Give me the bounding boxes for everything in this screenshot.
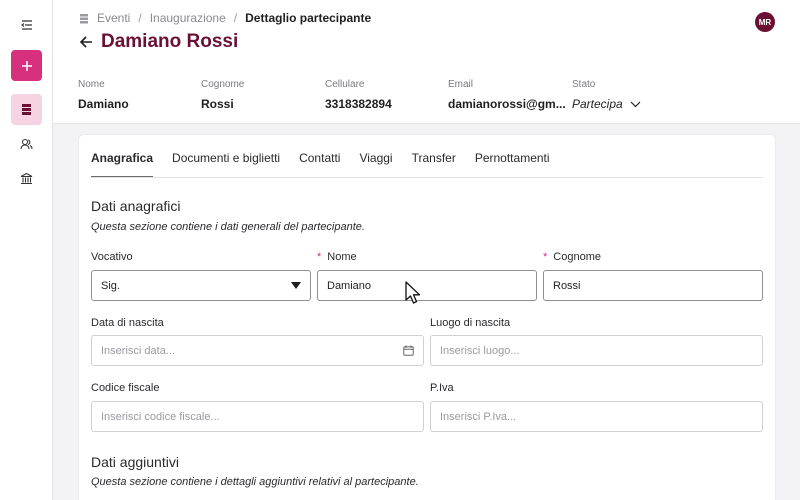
list-icon [22, 104, 31, 115]
info-email: Email damianorossi@gm... [448, 79, 566, 111]
data-nascita-placeholder: Inserisci data... [101, 344, 175, 357]
breadcrumb-current: Dettaglio partecipante [245, 11, 372, 25]
breadcrumb-inaugurazione[interactable]: Inaugurazione [150, 11, 226, 25]
menu-icon[interactable] [0, 16, 53, 34]
tab-viaggi[interactable]: Viaggi [359, 151, 392, 178]
tab-divider [91, 177, 763, 178]
data-nascita-label: Data di nascita [91, 317, 164, 329]
info-value: Rossi [201, 97, 234, 111]
info-label: Email [448, 79, 474, 90]
avatar[interactable]: MR [755, 12, 775, 32]
page-title: Damiano Rossi [101, 31, 239, 52]
chevron-down-icon [630, 101, 641, 107]
tab-contatti[interactable]: Contatti [299, 151, 340, 178]
tab-pernottamenti[interactable]: Pernottamenti [475, 151, 550, 178]
nome-label: * Nome [317, 251, 357, 263]
luogo-nascita-field[interactable]: Inserisci luogo... [430, 335, 763, 366]
piva-field[interactable]: Inserisci P.Iva... [430, 401, 763, 432]
vocativo-select[interactable]: Sig. [91, 270, 311, 301]
stato-dropdown[interactable]: Partecipa [572, 97, 641, 111]
info-stato: Stato Partecipa [572, 79, 641, 111]
codice-fiscale-placeholder: Inserisci codice fiscale... [101, 410, 220, 423]
breadcrumb: Eventi / Inaugurazione / Dettaglio parte… [79, 11, 371, 25]
add-button[interactable] [11, 50, 42, 81]
users-icon[interactable] [0, 136, 53, 152]
luogo-nascita-label: Luogo di nascita [430, 317, 511, 329]
info-cellulare: Cellulare 3318382894 [325, 79, 392, 111]
section-title-anagrafici: Dati anagrafici [91, 198, 181, 214]
sidebar-item-list[interactable] [11, 94, 42, 125]
building-icon[interactable] [0, 170, 53, 186]
required-marker: * [543, 251, 548, 263]
section-desc-aggiuntivi: Questa sezione contiene i dettagli aggiu… [91, 476, 419, 488]
nome-label-text: Nome [327, 251, 357, 263]
required-marker: * [317, 251, 322, 263]
info-label: Cognome [201, 79, 245, 90]
nome-field[interactable]: Damiano [317, 270, 537, 301]
luogo-nascita-placeholder: Inserisci luogo... [440, 344, 520, 357]
caret-down-icon [291, 282, 301, 289]
section-title-aggiuntivi: Dati aggiuntivi [91, 454, 179, 470]
codice-fiscale-label: Codice fiscale [91, 382, 160, 394]
sidebar [0, 0, 53, 500]
info-label: Cellulare [325, 79, 365, 90]
data-nascita-field[interactable]: Inserisci data... [91, 335, 424, 366]
plus-icon [21, 60, 32, 71]
piva-placeholder: Inserisci P.Iva... [440, 410, 517, 423]
vocativo-label: Vocativo [91, 251, 133, 263]
tab-transfer[interactable]: Transfer [412, 151, 456, 178]
mouse-cursor-icon [405, 281, 421, 304]
page-header: Eventi / Inaugurazione / Dettaglio parte… [53, 0, 800, 124]
nome-value: Damiano [327, 279, 372, 292]
info-nome: Nome Damiano [78, 79, 129, 111]
back-arrow-icon[interactable] [79, 35, 93, 49]
cognome-label-text: Cognome [553, 251, 601, 263]
cognome-value: Rossi [553, 279, 581, 292]
info-value: Damiano [78, 97, 129, 111]
tabs: Anagrafica Documenti e biglietti Contatt… [91, 151, 569, 178]
info-value: damianorossi@gm... [448, 97, 566, 111]
info-label: Stato [572, 79, 596, 90]
calendar-icon[interactable] [403, 345, 414, 356]
cognome-field[interactable]: Rossi [543, 270, 763, 301]
section-desc-anagrafici: Questa sezione contiene i dati generali … [91, 221, 365, 233]
info-cognome: Cognome Rossi [201, 79, 244, 111]
piva-label: P.Iva [430, 382, 454, 394]
list-icon [80, 13, 88, 23]
info-label: Nome [78, 79, 105, 90]
tab-documenti[interactable]: Documenti e biglietti [172, 151, 280, 178]
participant-card: Anagrafica Documenti e biglietti Contatt… [78, 134, 776, 500]
breadcrumb-eventi[interactable]: Eventi [97, 11, 130, 25]
tab-anagrafica[interactable]: Anagrafica [91, 151, 154, 178]
info-value: 3318382894 [325, 97, 392, 111]
cognome-label: * Cognome [543, 251, 601, 263]
stato-value: Partecipa [572, 97, 623, 111]
vocativo-value: Sig. [101, 279, 120, 292]
codice-fiscale-field[interactable]: Inserisci codice fiscale... [91, 401, 424, 432]
